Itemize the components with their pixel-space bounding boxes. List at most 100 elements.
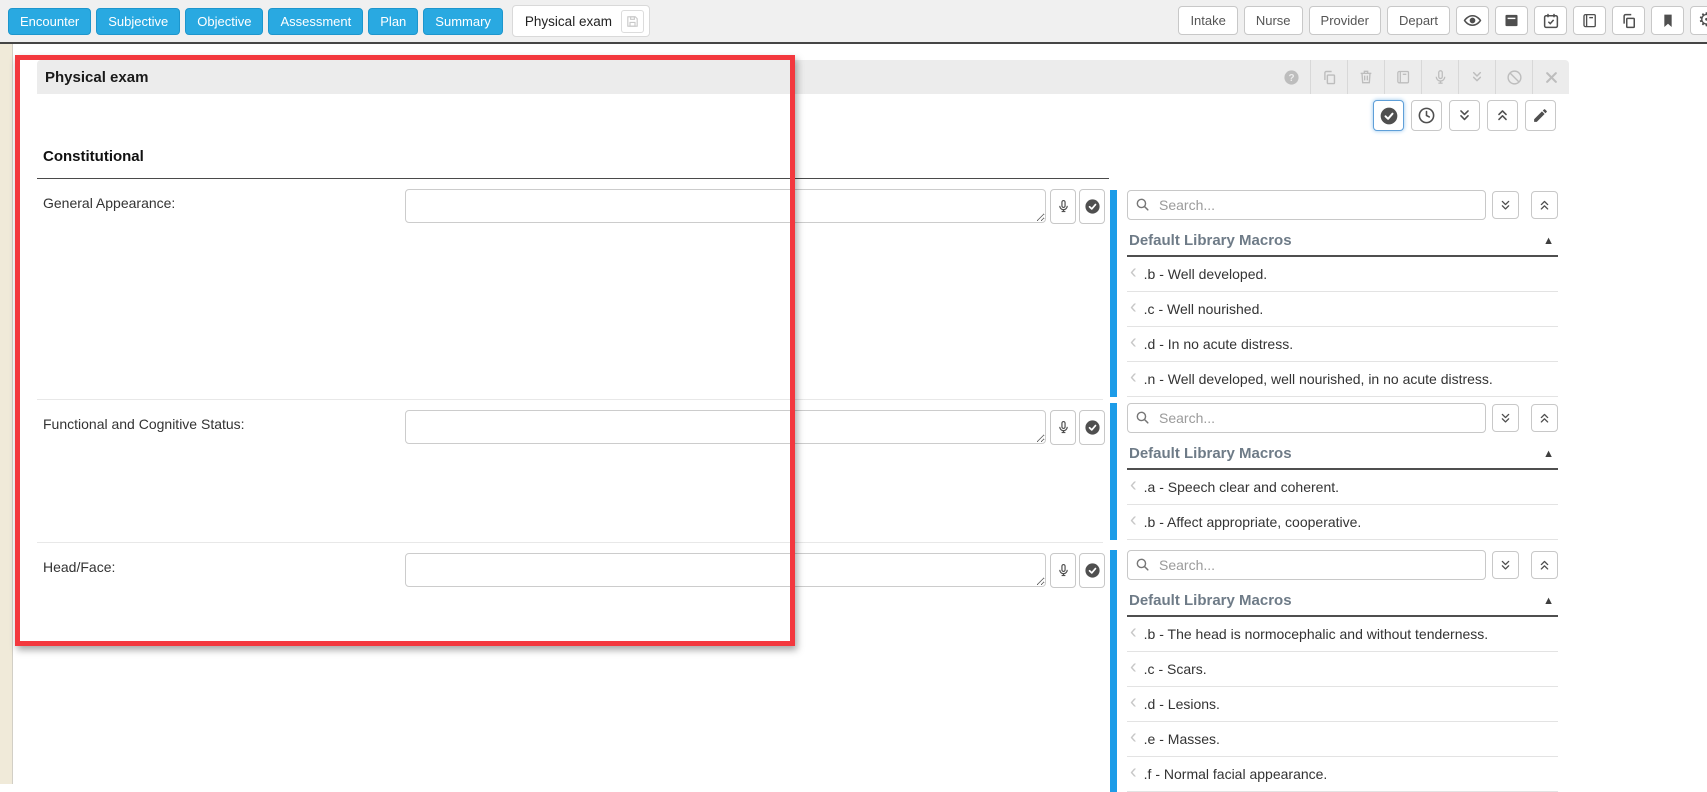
macro-item[interactable]: ‹ .c - Scars. bbox=[1127, 652, 1558, 687]
macro-item[interactable]: ‹ .a - Speech clear and coherent. bbox=[1127, 470, 1558, 505]
macro-item[interactable]: ‹ .c - Well nourished. bbox=[1127, 292, 1558, 327]
macro-search-box bbox=[1127, 190, 1486, 220]
macro-item[interactable]: ‹ .n - Well developed, well nourished, i… bbox=[1127, 362, 1558, 397]
field-label: Functional and Cognitive Status: bbox=[43, 416, 245, 432]
microphone-icon bbox=[1056, 420, 1071, 435]
nav-button-encounter[interactable]: Encounter bbox=[8, 7, 92, 35]
macro-item-label: .d - In no acute distress. bbox=[1143, 336, 1294, 352]
nav-button-subjective[interactable]: Subjective bbox=[96, 7, 181, 35]
dictate-section-button[interactable] bbox=[1421, 60, 1458, 94]
head-face-textarea[interactable] bbox=[405, 553, 1046, 587]
microphone-icon bbox=[1056, 199, 1071, 214]
copy-notes-button[interactable] bbox=[1612, 6, 1645, 35]
eye-button[interactable] bbox=[1456, 6, 1489, 35]
collapse-section-button[interactable] bbox=[1458, 60, 1495, 94]
macro-group-header[interactable]: Default Library Macros ▲ bbox=[1127, 442, 1558, 470]
trash-icon bbox=[1358, 69, 1374, 85]
nav-button-objective[interactable]: Objective bbox=[185, 7, 264, 35]
macro-search-input[interactable] bbox=[1127, 403, 1486, 433]
page-title: Physical exam bbox=[45, 68, 149, 86]
collapse-macros-button[interactable] bbox=[1531, 191, 1558, 219]
expand-all-sections-button[interactable] bbox=[1449, 100, 1480, 131]
confirm-field-button[interactable] bbox=[1079, 189, 1105, 224]
triangle-up-icon: ▲ bbox=[1543, 594, 1554, 607]
tab-physical-exam[interactable]: Physical exam bbox=[511, 5, 650, 37]
expand-macros-button[interactable] bbox=[1492, 191, 1519, 219]
field-row-general-appearance: General Appearance: bbox=[37, 179, 1105, 400]
copy-icon bbox=[1620, 12, 1638, 30]
macro-item[interactable]: ‹ .d - In no acute distress. bbox=[1127, 327, 1558, 362]
confirm-field-button[interactable] bbox=[1079, 410, 1105, 445]
macro-item[interactable]: ‹ .d - Lesions. bbox=[1127, 687, 1558, 722]
expand-macros-button[interactable] bbox=[1492, 551, 1519, 579]
floppy-icon bbox=[625, 14, 640, 29]
library-section-button[interactable] bbox=[1384, 60, 1421, 94]
bookmark-button[interactable] bbox=[1651, 6, 1684, 35]
close-panel-button[interactable] bbox=[1532, 60, 1569, 94]
disable-section-button[interactable] bbox=[1495, 60, 1532, 94]
depart-button[interactable]: Depart bbox=[1386, 6, 1450, 35]
general-appearance-textarea[interactable] bbox=[405, 189, 1046, 223]
provider-button[interactable]: Provider bbox=[1308, 6, 1381, 35]
field-label: Head/Face: bbox=[43, 559, 116, 575]
double-chevron-up-icon bbox=[1537, 198, 1552, 213]
dictate-field-button[interactable] bbox=[1050, 410, 1076, 445]
help-button[interactable]: ? bbox=[1273, 60, 1310, 94]
collapse-all-sections-button[interactable] bbox=[1487, 100, 1518, 131]
macro-item[interactable]: ‹ .b - Affect appropriate, cooperative. bbox=[1127, 505, 1558, 540]
macro-group-header[interactable]: Default Library Macros ▲ bbox=[1127, 589, 1558, 617]
double-chevron-down-icon bbox=[1469, 69, 1485, 85]
microphone-icon bbox=[1056, 563, 1071, 578]
macro-group-title: Default Library Macros bbox=[1129, 232, 1292, 249]
double-chevron-down-icon bbox=[1498, 411, 1513, 426]
top-toolbar: Encounter Subjective Objective Assessmen… bbox=[0, 0, 1707, 44]
functional-cognitive-textarea[interactable] bbox=[405, 410, 1046, 444]
macro-item-label: .c - Well nourished. bbox=[1143, 301, 1264, 317]
check-circle-icon bbox=[1084, 562, 1101, 579]
panel-header-icon-group: ? bbox=[1273, 60, 1569, 94]
macro-search-box bbox=[1127, 550, 1486, 580]
edit-button[interactable] bbox=[1525, 100, 1556, 131]
double-chevron-down-icon bbox=[1456, 107, 1473, 124]
collapse-macros-button[interactable] bbox=[1531, 551, 1558, 579]
delete-section-button[interactable] bbox=[1347, 60, 1384, 94]
dictate-field-button[interactable] bbox=[1050, 553, 1076, 588]
nav-button-assessment[interactable]: Assessment bbox=[268, 7, 364, 35]
section-heading-constitutional: Constitutional bbox=[37, 143, 1109, 179]
settings-button[interactable]: ⚙ bbox=[1690, 6, 1707, 35]
panel-actions-row bbox=[37, 100, 1556, 131]
macro-item[interactable]: ‹ .f - Normal facial appearance. bbox=[1127, 757, 1558, 792]
macro-search-input[interactable] bbox=[1127, 550, 1486, 580]
macro-item[interactable]: ‹ .b - The head is normocephalic and wit… bbox=[1127, 617, 1558, 652]
archive-button[interactable] bbox=[1495, 6, 1528, 35]
history-button[interactable] bbox=[1411, 100, 1442, 131]
complete-all-button[interactable] bbox=[1373, 100, 1404, 131]
confirm-field-button[interactable] bbox=[1079, 553, 1105, 588]
macro-item[interactable]: ‹ .b - Well developed. bbox=[1127, 257, 1558, 292]
expand-macros-button[interactable] bbox=[1492, 404, 1519, 432]
gear-icon: ⚙ bbox=[1697, 10, 1707, 31]
nav-button-plan[interactable]: Plan bbox=[368, 7, 419, 35]
macro-panel-general-appearance: Default Library Macros ▲ ‹ .b - Well dev… bbox=[1110, 190, 1558, 397]
macro-item-label: .b - Well developed. bbox=[1143, 266, 1268, 282]
nurse-button[interactable]: Nurse bbox=[1243, 6, 1303, 35]
macro-search-row bbox=[1127, 190, 1558, 220]
calendar-button[interactable] bbox=[1534, 6, 1567, 35]
chevron-left-icon: ‹ bbox=[1130, 621, 1137, 643]
save-note-button[interactable] bbox=[620, 9, 644, 33]
macro-item[interactable]: ‹ .e - Masses. bbox=[1127, 722, 1558, 757]
dictate-field-button[interactable] bbox=[1050, 189, 1076, 224]
nav-button-summary[interactable]: Summary bbox=[423, 7, 503, 35]
copy-icon bbox=[1321, 69, 1338, 86]
macro-group-header[interactable]: Default Library Macros ▲ bbox=[1127, 229, 1558, 257]
copy-section-button[interactable] bbox=[1310, 60, 1347, 94]
macro-search-input[interactable] bbox=[1127, 190, 1486, 220]
field-row-functional-cognitive: Functional and Cognitive Status: bbox=[37, 400, 1105, 543]
clock-icon bbox=[1417, 106, 1436, 125]
library-button[interactable] bbox=[1573, 6, 1606, 35]
pencil-icon bbox=[1532, 107, 1549, 124]
macro-item-label: .b - The head is normocephalic and witho… bbox=[1143, 626, 1489, 642]
intake-button[interactable]: Intake bbox=[1178, 6, 1238, 35]
chevron-left-icon: ‹ bbox=[1130, 474, 1137, 496]
collapse-macros-button[interactable] bbox=[1531, 404, 1558, 432]
